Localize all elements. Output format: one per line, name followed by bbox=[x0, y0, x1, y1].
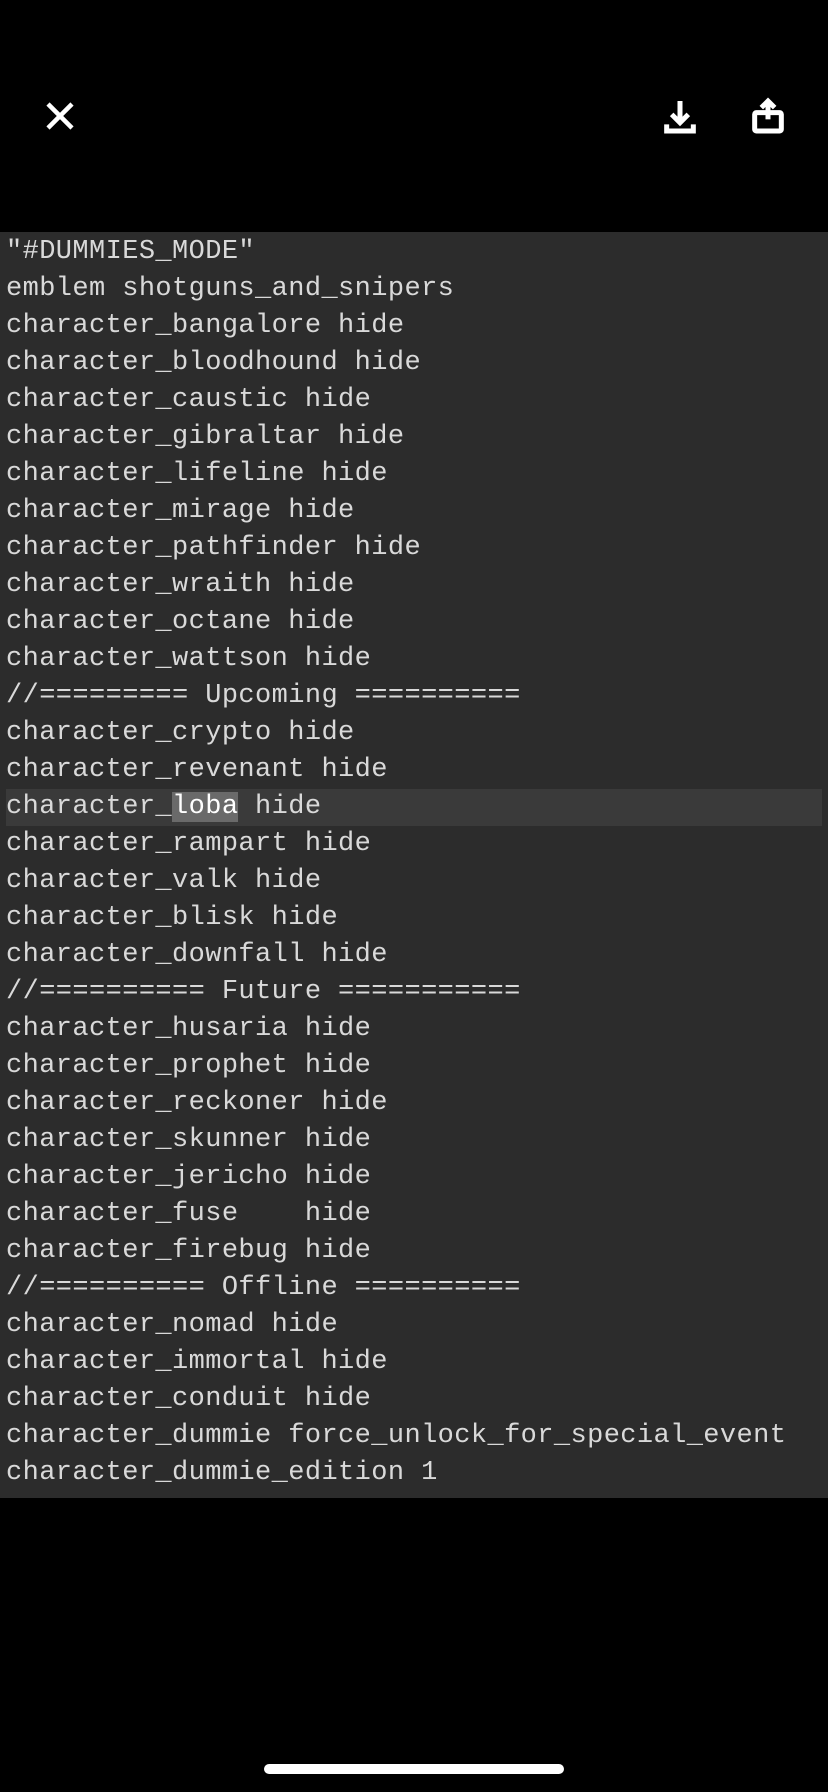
code-line: character_husaria hide bbox=[6, 1011, 822, 1048]
top-toolbar bbox=[0, 0, 828, 232]
home-indicator[interactable] bbox=[264, 1764, 564, 1774]
text-selection: loba bbox=[172, 792, 238, 822]
code-line: character_conduit hide bbox=[6, 1381, 822, 1418]
code-line: character_fuse hide bbox=[6, 1196, 822, 1233]
code-line: character_wraith hide bbox=[6, 567, 822, 604]
code-line: character_skunner hide bbox=[6, 1122, 822, 1159]
code-line: character_downfall hide bbox=[6, 937, 822, 974]
code-line: character_dummie force_unlock_for_specia… bbox=[6, 1418, 822, 1455]
code-content[interactable]: "#DUMMIES_MODE"emblem shotguns_and_snipe… bbox=[0, 232, 828, 1498]
code-text: hide bbox=[238, 792, 321, 822]
code-line: character_mirage hide bbox=[6, 493, 822, 530]
download-icon bbox=[660, 96, 700, 136]
code-line: character_gibraltar hide bbox=[6, 419, 822, 456]
code-line: character_prophet hide bbox=[6, 1048, 822, 1085]
code-line: character_immortal hide bbox=[6, 1344, 822, 1381]
code-line: character_rampart hide bbox=[6, 826, 822, 863]
code-line: character_blisk hide bbox=[6, 900, 822, 937]
close-button[interactable] bbox=[36, 92, 84, 140]
close-icon bbox=[42, 98, 78, 134]
code-line: character_loba hide bbox=[6, 789, 822, 826]
code-line: character_caustic hide bbox=[6, 382, 822, 419]
code-line: character_revenant hide bbox=[6, 752, 822, 789]
code-line: //========== Future =========== bbox=[6, 974, 822, 1011]
code-line: character_octane hide bbox=[6, 604, 822, 641]
code-line: character_dummie_edition 1 bbox=[6, 1455, 822, 1492]
code-line: character_valk hide bbox=[6, 863, 822, 900]
code-line: character_reckoner hide bbox=[6, 1085, 822, 1122]
code-line: character_jericho hide bbox=[6, 1159, 822, 1196]
code-line: character_firebug hide bbox=[6, 1233, 822, 1270]
code-line: character_bangalore hide bbox=[6, 308, 822, 345]
code-line: character_crypto hide bbox=[6, 715, 822, 752]
share-icon bbox=[748, 96, 788, 136]
code-line: "#DUMMIES_MODE" bbox=[6, 234, 822, 271]
code-line: character_pathfinder hide bbox=[6, 530, 822, 567]
code-line: character_lifeline hide bbox=[6, 456, 822, 493]
share-button[interactable] bbox=[744, 92, 792, 140]
code-text: character_ bbox=[6, 792, 172, 822]
image-viewer: "#DUMMIES_MODE"emblem shotguns_and_snipe… bbox=[0, 0, 828, 1792]
code-line: character_bloodhound hide bbox=[6, 345, 822, 382]
code-line: //========== Offline ========== bbox=[6, 1270, 822, 1307]
code-line: character_wattson hide bbox=[6, 641, 822, 678]
code-line: character_nomad hide bbox=[6, 1307, 822, 1344]
download-button[interactable] bbox=[656, 92, 704, 140]
code-line: emblem shotguns_and_snipers bbox=[6, 271, 822, 308]
code-line: //========= Upcoming ========== bbox=[6, 678, 822, 715]
